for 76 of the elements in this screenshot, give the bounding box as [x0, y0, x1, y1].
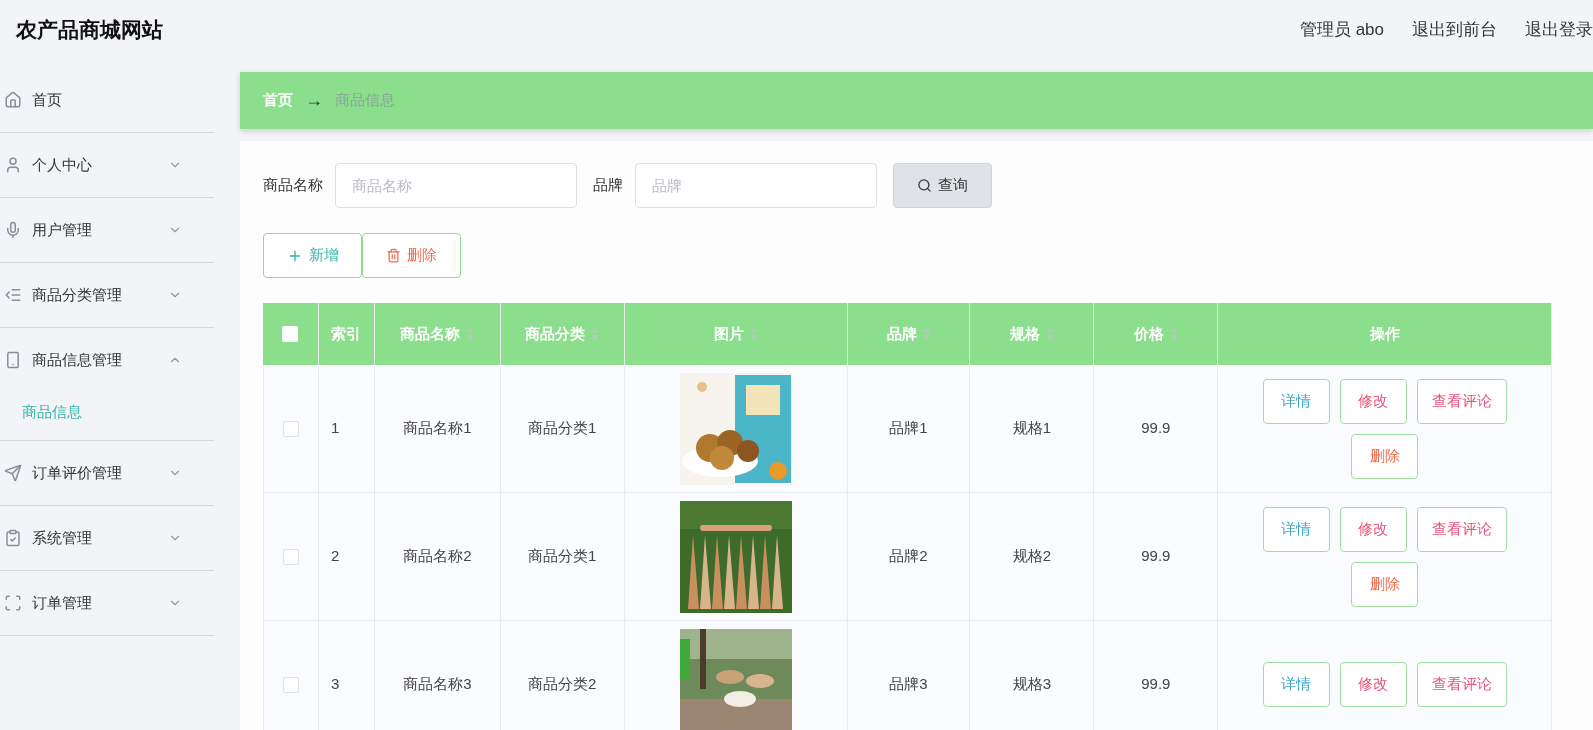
- sidebar-item[interactable]: 订单评价管理: [0, 441, 214, 505]
- row-action-button[interactable]: 详情: [1262, 662, 1330, 707]
- sort-icon[interactable]: [922, 328, 931, 340]
- table-cell-text: 99.9: [1141, 674, 1171, 695]
- microphone-icon: [4, 221, 22, 239]
- table-cell-text: 3: [330, 674, 340, 695]
- row-action-button[interactable]: 修改: [1339, 662, 1407, 707]
- table-cell-text: 商品分类1: [528, 418, 597, 439]
- table-cell-text: 商品名称2: [403, 546, 472, 567]
- column-title: 操作: [1369, 323, 1400, 344]
- table-cell-text: 品牌3: [889, 674, 928, 695]
- table-cell-text: 2: [330, 546, 340, 567]
- row-checkbox[interactable]: [282, 676, 299, 693]
- phone-icon: [4, 351, 22, 369]
- frame-icon: [4, 594, 22, 612]
- column-title: 商品分类: [525, 323, 586, 344]
- sidebar-item[interactable]: 首页: [0, 68, 214, 132]
- column-title: 图片: [713, 323, 744, 344]
- table-cell-text: 商品分类1: [528, 546, 597, 567]
- table-cell-text: 1: [330, 418, 340, 439]
- column-title: 商品名称: [400, 323, 461, 344]
- column-title: 规格: [1009, 323, 1040, 344]
- header-link[interactable]: 退出到前台: [1412, 17, 1497, 43]
- field-label: 品牌: [593, 175, 623, 196]
- sidebar-item[interactable]: 用户管理: [0, 198, 214, 262]
- table-cell-text: 品牌1: [889, 418, 928, 439]
- row-action-button[interactable]: 查看评论: [1416, 506, 1507, 552]
- sort-icon[interactable]: [466, 328, 475, 340]
- sidebar-item[interactable]: 系统管理: [0, 506, 214, 570]
- header-link[interactable]: 退出登录: [1525, 17, 1593, 43]
- add-button[interactable]: 新增: [263, 233, 362, 278]
- search-field[interactable]: 品牌: [635, 163, 877, 208]
- table-cell-text: 商品名称1: [403, 418, 472, 439]
- row-checkbox[interactable]: [282, 420, 299, 437]
- column-title: 索引: [331, 323, 362, 344]
- table-cell-text: 99.9: [1141, 546, 1171, 567]
- delete-button[interactable]: 删除: [362, 233, 461, 278]
- row-checkbox[interactable]: [282, 548, 299, 565]
- sidebar-item[interactable]: 个人中心: [0, 133, 214, 197]
- row-action-button[interactable]: 删除: [1351, 433, 1419, 479]
- row-action-button[interactable]: 删除: [1351, 561, 1419, 607]
- row-action-button[interactable]: 详情: [1262, 506, 1330, 552]
- query-button[interactable]: 查询: [893, 163, 992, 208]
- row-action-button[interactable]: 查看评论: [1416, 662, 1507, 707]
- send-icon: [4, 464, 22, 482]
- home-icon: [4, 91, 22, 109]
- table-cell-text: 规格1: [1012, 418, 1052, 439]
- trash-icon: [386, 248, 401, 263]
- list-icon: [4, 286, 22, 304]
- table-cell-text: 99.9: [1141, 418, 1171, 439]
- row-action-button[interactable]: 查看评论: [1416, 378, 1507, 424]
- breadcrumb-separator: →: [305, 89, 323, 112]
- table-cell-text: 商品名称3: [403, 674, 472, 695]
- sidebar-item[interactable]: 订单管理: [0, 571, 214, 635]
- clipboard-icon: [4, 529, 22, 547]
- sort-icon[interactable]: [591, 328, 600, 340]
- table-cell-text: 品牌2: [889, 546, 928, 567]
- row-action-button[interactable]: 修改: [1339, 378, 1407, 424]
- table-cell-text: 商品分类2: [528, 674, 597, 695]
- column-title: 品牌: [886, 323, 917, 344]
- row-action-button[interactable]: 修改: [1339, 506, 1407, 552]
- table-cell-text: 规格2: [1012, 546, 1052, 567]
- user-icon: [4, 156, 22, 174]
- site-title: 农产品商城网站: [16, 17, 163, 44]
- search-icon: [917, 178, 932, 193]
- header-link[interactable]: 管理员 abo: [1299, 17, 1384, 43]
- row-action-button[interactable]: 详情: [1262, 378, 1330, 424]
- sidebar-item[interactable]: 商品分类管理: [0, 263, 214, 327]
- search-field[interactable]: 商品名称: [335, 163, 577, 208]
- column-title: 价格: [1133, 323, 1164, 344]
- table-cell-text: 规格3: [1012, 674, 1052, 695]
- sort-icon[interactable]: [749, 328, 758, 340]
- select-all-checkbox[interactable]: [282, 326, 299, 342]
- sort-icon[interactable]: [1045, 328, 1054, 340]
- sort-icon[interactable]: [1169, 328, 1178, 340]
- field-label: 商品名称: [263, 175, 323, 196]
